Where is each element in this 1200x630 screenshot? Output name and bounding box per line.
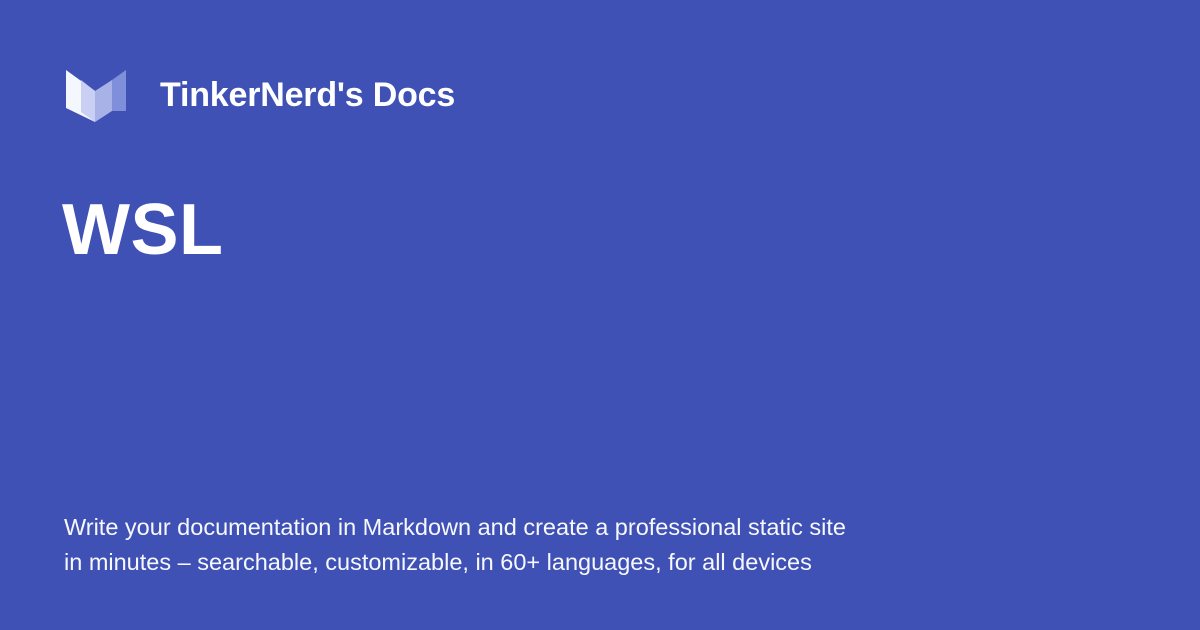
logo-right-facet [95,80,112,122]
site-description: Write your documentation in Markdown and… [64,510,924,580]
social-card: TinkerNerd's Docs WSL Write your documen… [0,0,1200,630]
material-logo-icon [66,70,126,122]
site-name: TinkerNerd's Docs [160,75,456,114]
page-title: WSL [62,190,224,270]
logo-back-facet [112,70,126,111]
site-brand: TinkerNerd's Docs [64,66,455,126]
description-line-1: Write your documentation in Markdown and… [64,514,846,540]
description-line-2: in minutes – searchable, customizable, i… [64,549,812,575]
